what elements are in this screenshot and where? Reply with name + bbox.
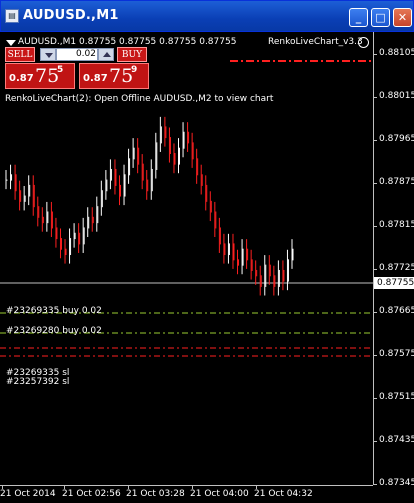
- lot-increase-icon[interactable]: [98, 48, 114, 61]
- price-tick-mark: [373, 355, 377, 356]
- buy-price-box[interactable]: 0.87 75 9: [79, 63, 149, 89]
- lot-size-input[interactable]: 0.02: [56, 48, 98, 61]
- price-tick-label: 0.87345: [379, 478, 414, 488]
- price-tick-label: 0.87875: [379, 177, 414, 187]
- time-tick-label: 21 Oct 04:32: [254, 489, 313, 499]
- price-tick-mark: [373, 54, 377, 55]
- sl-label-2: #23257392 sl: [6, 377, 70, 387]
- current-price-tag: 0.87755: [374, 277, 414, 289]
- sell-price-box[interactable]: 0.87 75 5: [5, 63, 75, 89]
- price-tick-label: 0.87965: [379, 134, 414, 144]
- price-tick-mark: [373, 269, 377, 270]
- time-tick-label: 21 Oct 2014: [0, 489, 56, 499]
- price-tick-label: 0.87815: [379, 220, 414, 230]
- price-tick-mark: [373, 97, 377, 98]
- price-tick-label: 0.88105: [379, 48, 414, 58]
- buy-price-point: 9: [131, 65, 138, 75]
- price-tick-label: 0.87725: [379, 263, 414, 273]
- price-tick-mark: [373, 226, 377, 227]
- price-tick-mark: [373, 183, 377, 184]
- sell-button[interactable]: SELL: [5, 47, 35, 62]
- price-tick-label: 0.87435: [379, 435, 414, 445]
- close-button[interactable]: ✕: [393, 8, 412, 27]
- time-tick-label: 21 Oct 03:28: [126, 489, 185, 499]
- sell-price-point: 5: [57, 65, 64, 75]
- symbol-dropdown-icon[interactable]: [6, 40, 16, 46]
- symbol-header: AUDUSD.,M1 0.87755 0.87755 0.87755 0.877…: [18, 37, 237, 47]
- window-titlebar: ▤ AUDUSD.,M1 _ □ ✕: [0, 0, 414, 32]
- sell-price-prefix: 0.87: [9, 73, 34, 84]
- time-tick-label: 21 Oct 02:56: [62, 489, 121, 499]
- time-tick-label: 21 Oct 04:00: [190, 489, 249, 499]
- price-tick-mark: [373, 398, 377, 399]
- buy-price-pips: 75: [109, 65, 134, 87]
- lot-decrease-icon[interactable]: [40, 48, 56, 61]
- price-tick-label: 0.88015: [379, 91, 414, 101]
- price-tick-label: 0.87665: [379, 306, 414, 316]
- buy-button[interactable]: BUY: [117, 47, 147, 62]
- buy-price-prefix: 0.87: [83, 73, 108, 84]
- smiley-icon: [358, 37, 369, 48]
- price-tick-mark: [373, 140, 377, 141]
- sell-price-pips: 75: [35, 65, 60, 87]
- order-label-1: #23269335 buy 0.02: [6, 306, 102, 316]
- order-label-2: #23269280 buy 0.02: [6, 326, 102, 336]
- minimize-button[interactable]: _: [349, 8, 368, 27]
- window-title: AUDUSD.,M1: [23, 8, 119, 23]
- offline-message: RenkoLiveChart(2): Open Offline AUDUSD.,…: [5, 94, 274, 104]
- price-tick-label: 0.87575: [379, 349, 414, 359]
- price-tick-label: 0.87515: [379, 392, 414, 402]
- maximize-button[interactable]: □: [371, 8, 390, 27]
- indicator-name: RenkoLiveChart_v3.3: [268, 37, 363, 47]
- chart-window-icon[interactable]: ▤: [5, 9, 19, 23]
- price-tick-mark: [373, 484, 377, 485]
- chart-area[interactable]: AUDUSD.,M1 0.87755 0.87755 0.87755 0.877…: [0, 32, 414, 503]
- price-tick-mark: [373, 441, 377, 442]
- price-tick-mark: [373, 312, 377, 313]
